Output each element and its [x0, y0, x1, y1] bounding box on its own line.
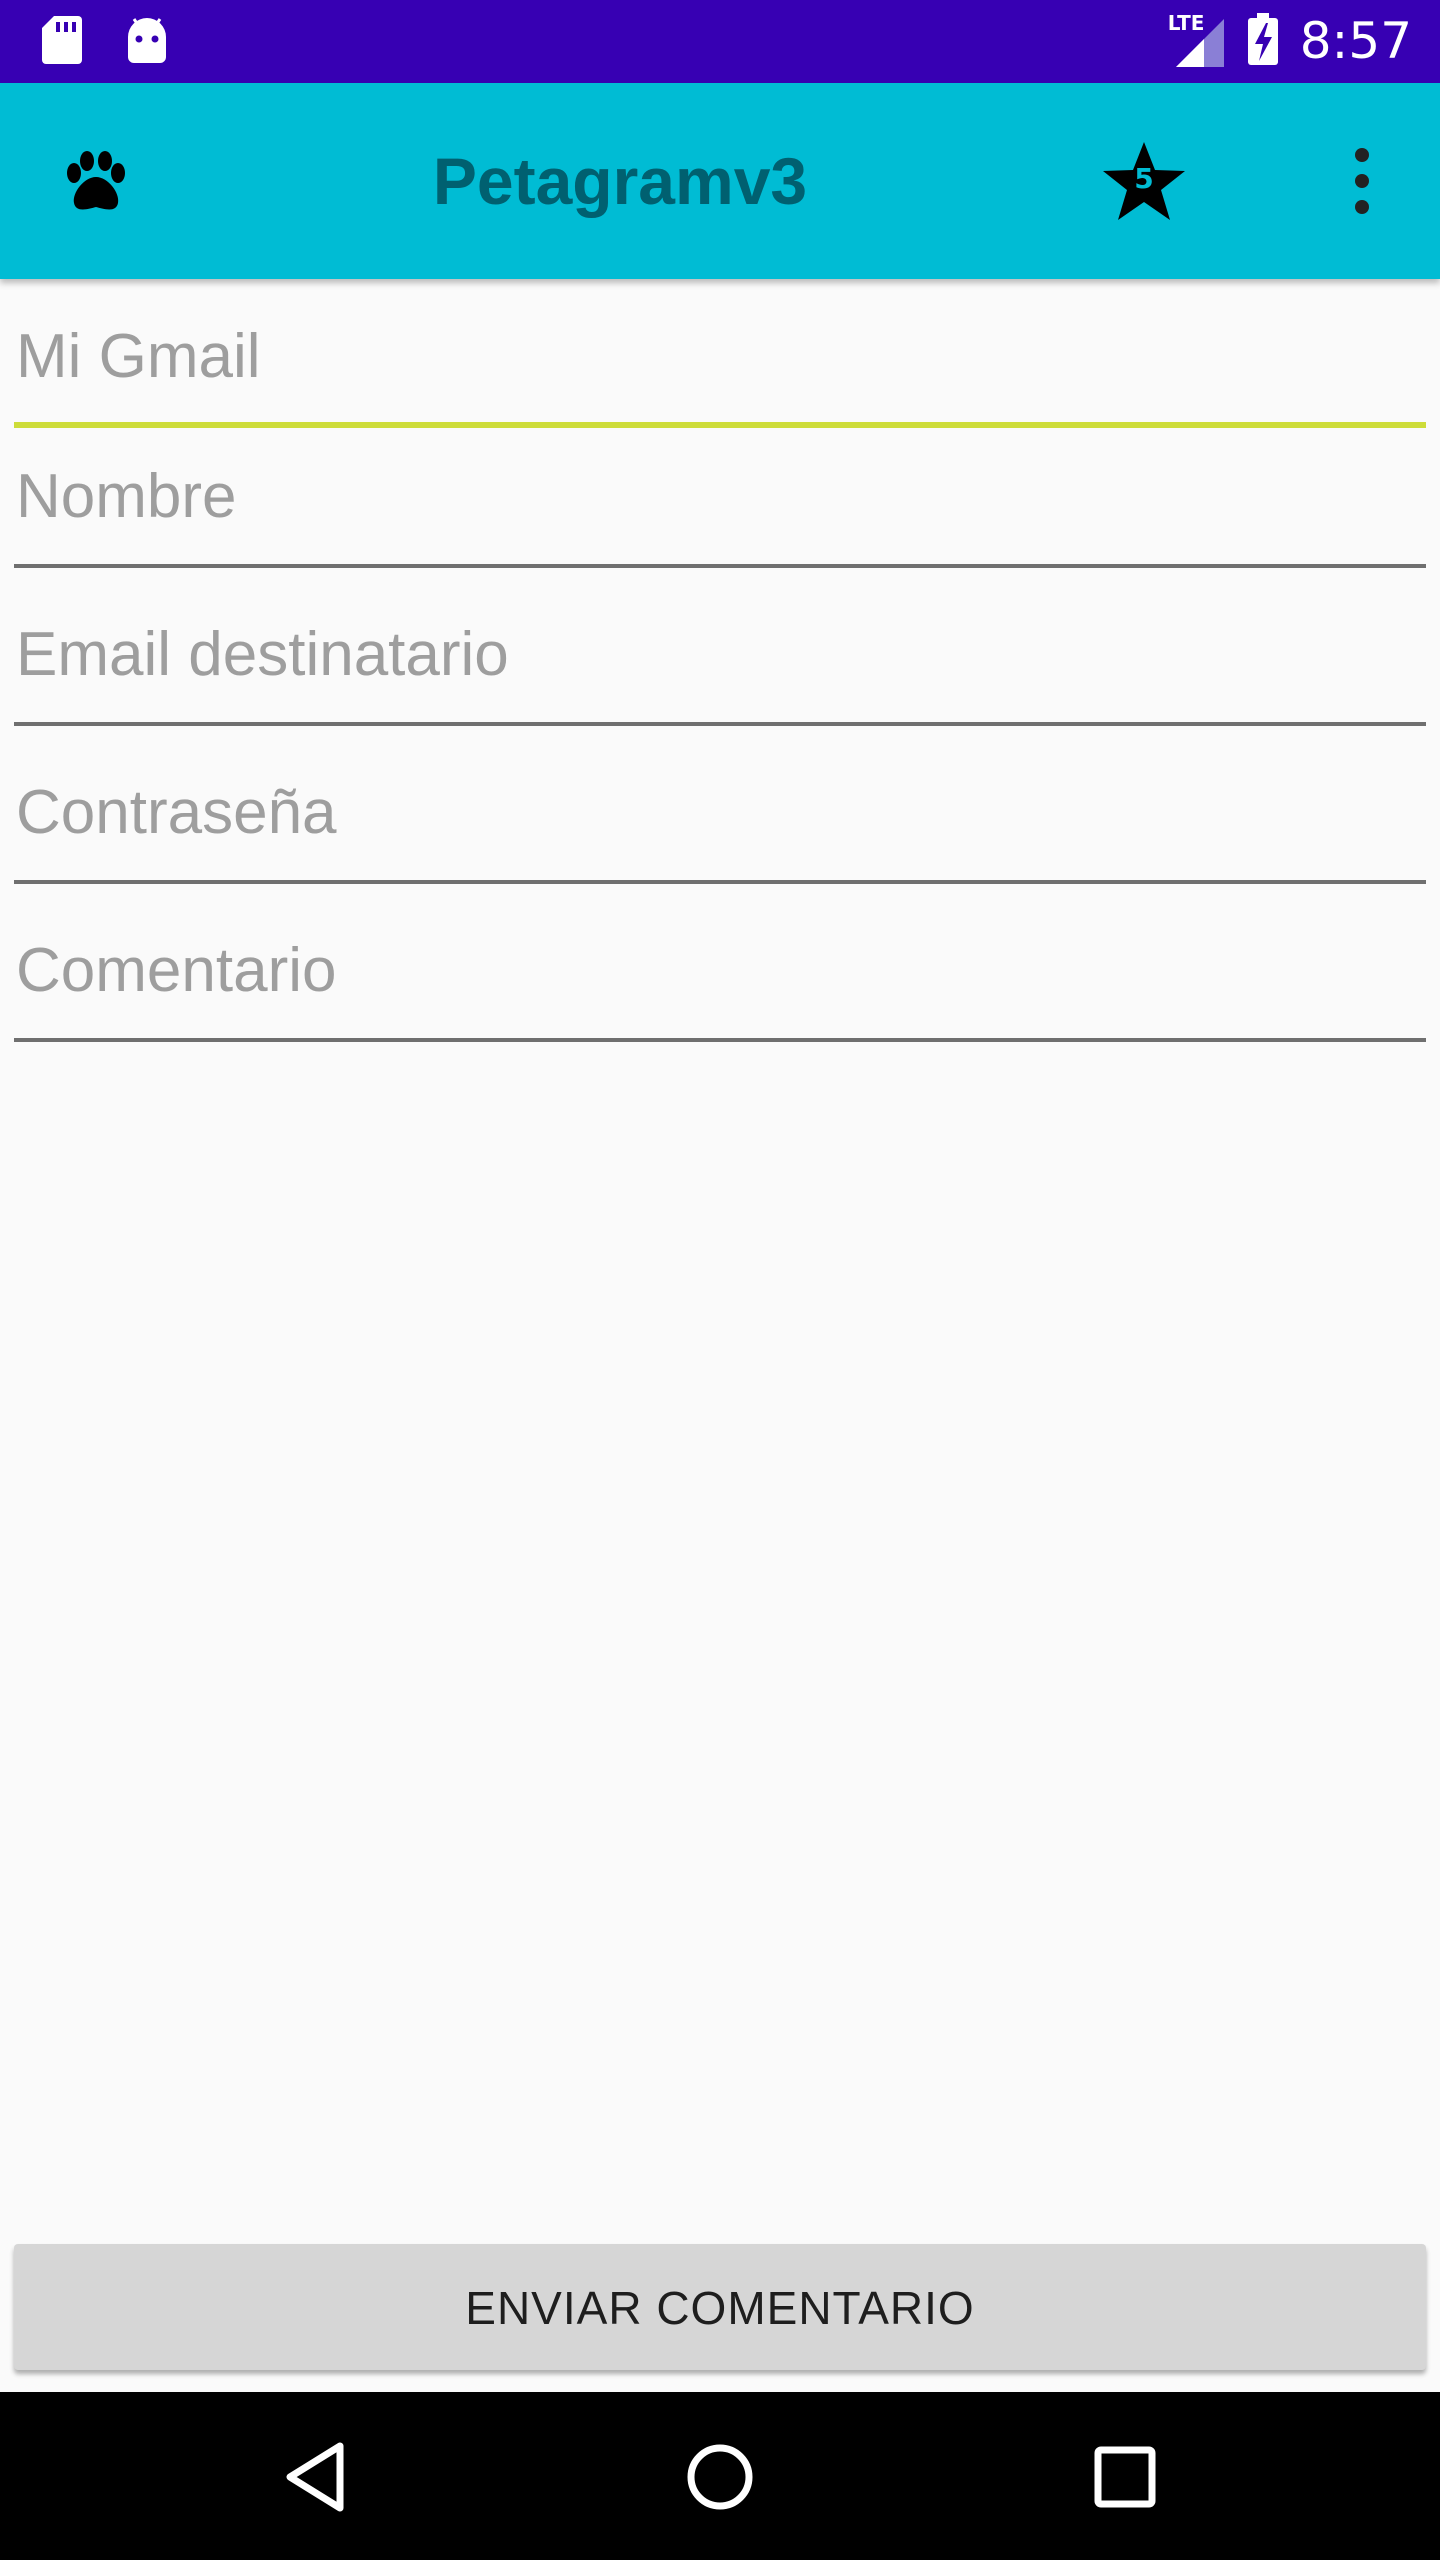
status-bar: LTE 8:57 — [0, 0, 1440, 83]
recipient-email-underline — [14, 722, 1426, 726]
app-title: Petagramv3 — [432, 144, 808, 218]
back-icon[interactable] — [272, 2432, 362, 2522]
app-bar: Petagramv3 5 — [0, 83, 1440, 279]
gmail-input[interactable] — [14, 298, 1426, 414]
android-icon — [124, 15, 170, 70]
battery-charging-icon — [1246, 11, 1280, 72]
recipient-email-field[interactable] — [14, 596, 1426, 726]
comment-input[interactable] — [14, 912, 1426, 1028]
status-left-icons — [40, 14, 170, 71]
navigation-bar — [0, 2392, 1440, 2560]
comment-underline — [14, 1038, 1426, 1042]
recipient-email-input[interactable] — [14, 596, 1426, 712]
more-vert-icon[interactable] — [1330, 141, 1394, 221]
send-comment-button[interactable]: ENVIAR COMENTARIO — [14, 2244, 1426, 2370]
status-right-icons: LTE 8:57 — [1168, 8, 1412, 74]
home-icon[interactable] — [675, 2432, 765, 2522]
password-field[interactable] — [14, 754, 1426, 884]
name-underline — [14, 564, 1426, 568]
favorites-button[interactable]: 5 — [1100, 140, 1188, 224]
recents-icon[interactable] — [1080, 2432, 1170, 2522]
sd-card-icon — [40, 14, 84, 71]
gmail-underline — [14, 422, 1426, 428]
signal-icon: LTE — [1168, 13, 1226, 69]
gmail-field[interactable] — [14, 298, 1426, 428]
name-field[interactable] — [14, 438, 1426, 568]
status-time: 8:57 — [1299, 12, 1412, 70]
favorites-count: 5 — [1134, 162, 1154, 195]
password-underline — [14, 880, 1426, 884]
comment-field[interactable] — [14, 912, 1426, 1042]
name-input[interactable] — [14, 438, 1426, 554]
password-input[interactable] — [14, 754, 1426, 870]
